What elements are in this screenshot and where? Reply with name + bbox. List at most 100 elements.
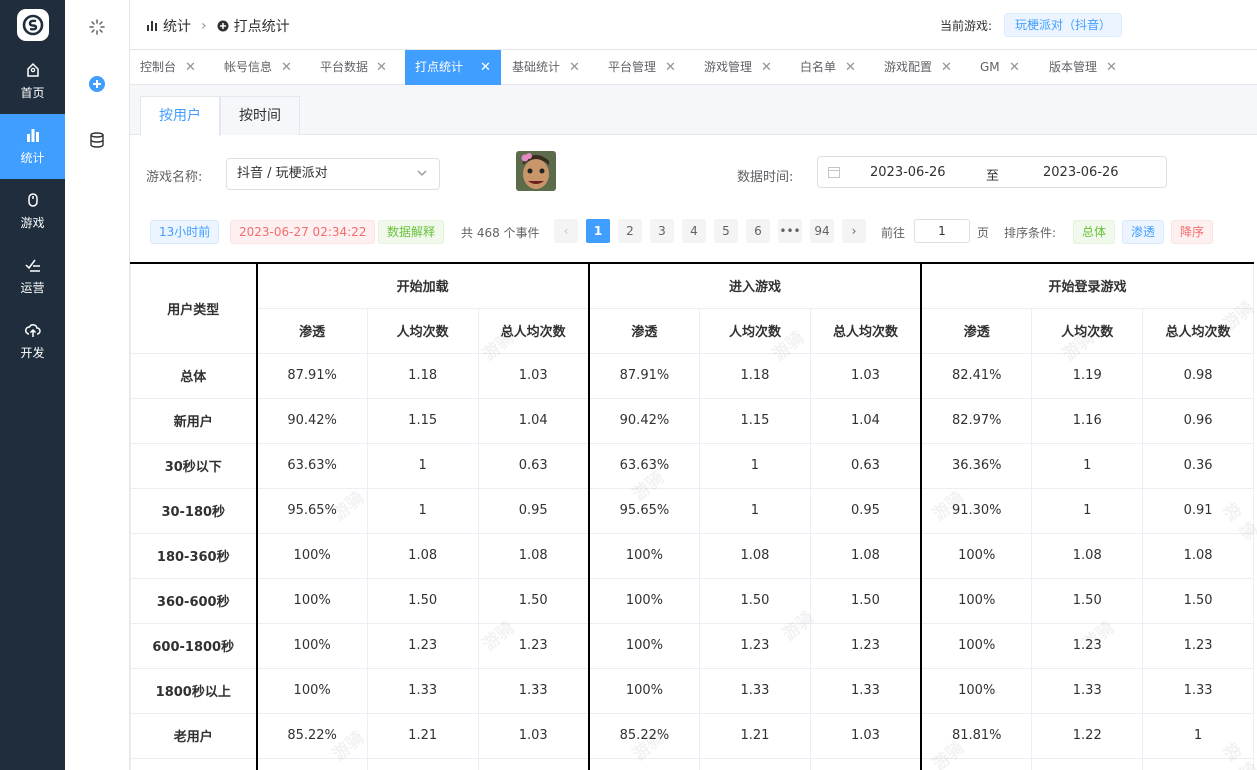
close-icon[interactable]: ✕ (376, 50, 387, 85)
close-icon[interactable]: ✕ (281, 50, 292, 85)
table-row: 360-600秒 100% 1.50 1.50 100% 1.50 1.50 100% 1.50… (130, 577, 1254, 624)
table-row: 1800秒以上 100% 1.33 1.33 100% 1.33 1.33 100% 1.33 1… (130, 667, 1254, 714)
tag-tab-label: 打点统计 (415, 60, 464, 74)
table-cell: 1.03 (809, 352, 922, 399)
group-header: 开始登录游戏 (920, 262, 1255, 309)
table-cell: 36.36% (920, 442, 1033, 489)
table-cell: 0.63 (477, 442, 590, 489)
close-icon[interactable]: ✕ (185, 50, 196, 85)
tag-tab[interactable]: 游戏管理 ✕ (694, 50, 782, 85)
breadcrumb-item[interactable]: 统计 (163, 16, 191, 36)
tag-tab[interactable]: GM ✕ (970, 50, 1030, 85)
user-type-cell: 180-360秒 (130, 532, 257, 579)
sidebar-item-home[interactable]: 首页 (0, 49, 65, 114)
table-cell: 1 (1142, 712, 1254, 759)
table-cell: 1.08 (366, 532, 479, 579)
table-cell: 1.03 (477, 712, 590, 759)
close-icon[interactable]: ✕ (665, 50, 676, 85)
sidebar-item-operation[interactable]: 运营 (0, 244, 65, 309)
main-sidebar: 首页 统计 游戏 运营 开发 (0, 0, 65, 770)
table-cell: 1.33 (699, 667, 811, 714)
app-logo[interactable] (17, 9, 49, 41)
game-select[interactable]: 抖音 / 玩梗派对 (226, 158, 440, 190)
sort-desc-button[interactable]: 降序 (1171, 220, 1214, 244)
tag-tab-label: 版本管理 (1049, 60, 1098, 74)
page-button[interactable]: 94 (810, 219, 834, 243)
date-start[interactable]: 2023-06-26 (870, 165, 946, 180)
table-cell: 100% (255, 622, 368, 669)
sub-header: 总人均次数 (1142, 307, 1254, 354)
calendar-icon (828, 167, 840, 178)
add-circle-icon[interactable] (87, 74, 107, 94)
tag-tab[interactable]: 版本管理 ✕ (1039, 50, 1127, 85)
game-name-label: 游戏名称: (146, 170, 203, 185)
sidebar-item-dev[interactable]: 开发 (0, 309, 65, 374)
tag-tab[interactable]: 游戏配置 ✕ (874, 50, 962, 85)
sort-penetration-button[interactable]: 渗透 (1122, 220, 1165, 244)
close-icon[interactable]: ✕ (480, 50, 491, 85)
table-cell: 1.04 (809, 397, 922, 444)
tag-tab[interactable]: 平台管理 ✕ (598, 50, 686, 85)
prev-page-button[interactable]: ‹ (554, 219, 578, 243)
sidebar-item-games[interactable]: 游戏 (0, 179, 65, 244)
date-range-picker[interactable]: 2023-06-26 至 2023-06-26 (817, 156, 1167, 188)
table-row: 600-1800秒 100% 1.23 1.23 100% 1.23 1.23 100% 1.2… (130, 622, 1254, 669)
sort-overall-button[interactable]: 总体 (1073, 220, 1116, 244)
table-cell: 100% (587, 667, 701, 714)
page-button[interactable]: 3 (650, 219, 674, 243)
page-unit-label: 页 (977, 226, 990, 240)
tag-tab[interactable]: 平台数据 ✕ (310, 50, 397, 85)
user-type-cell: 360-600秒 (130, 577, 257, 624)
close-icon[interactable]: ✕ (1009, 50, 1020, 85)
table-cell: 0.98 (1142, 352, 1254, 399)
sidebar-item-stats[interactable]: 统计 (0, 114, 65, 179)
close-icon[interactable]: ✕ (1106, 50, 1117, 85)
tag-tab-label: 游戏管理 (704, 60, 753, 74)
next-page-button[interactable]: › (842, 219, 866, 243)
close-icon[interactable]: ✕ (941, 50, 952, 85)
current-game-tag[interactable]: 玩梗派对（抖音） (1004, 13, 1123, 37)
table-cell (1031, 757, 1144, 770)
date-end[interactable]: 2023-06-26 (1043, 165, 1119, 180)
user-type-cell: 老用户 (130, 712, 257, 759)
page-button[interactable]: 5 (714, 219, 738, 243)
close-icon[interactable]: ✕ (845, 50, 856, 85)
close-icon[interactable]: ✕ (569, 50, 580, 85)
page-button[interactable]: ••• (778, 219, 802, 243)
home-icon (26, 62, 39, 77)
table-cell: 1 (366, 487, 479, 534)
table-cell: 0.95 (477, 487, 590, 534)
loading-icon[interactable] (87, 17, 107, 37)
tab-by-user[interactable]: 按用户 (140, 96, 220, 136)
tag-tab[interactable]: 基础统计 ✕ (502, 50, 590, 85)
table-cell (809, 757, 922, 770)
page-button[interactable]: 2 (618, 219, 642, 243)
tag-tab[interactable]: 控制台 ✕ (130, 50, 206, 85)
table-cell: 90.42% (255, 397, 368, 444)
table-cell (366, 757, 479, 770)
tag-tab[interactable]: 白名单 ✕ (790, 50, 866, 85)
sub-header: 总人均次数 (477, 307, 590, 354)
page-button[interactable]: 6 (746, 219, 770, 243)
table-cell: 1.33 (809, 667, 922, 714)
page-button[interactable]: 1 (586, 219, 610, 243)
data-explain-button[interactable]: 数据解释 (378, 220, 445, 244)
table-cell: 1.23 (366, 622, 479, 669)
table-cell: 81.81% (920, 712, 1033, 759)
tag-tab[interactable]: 打点统计 ✕ (405, 50, 501, 85)
table-cell (255, 757, 368, 770)
tag-tab-label: 白名单 (800, 60, 837, 74)
sidebar-item-label: 游戏 (20, 216, 45, 230)
page-button[interactable]: 4 (682, 219, 706, 243)
game-avatar (516, 151, 556, 191)
close-icon[interactable]: ✕ (761, 50, 772, 85)
goto-page-input[interactable] (914, 219, 970, 243)
table-cell: 100% (920, 532, 1033, 579)
tab-by-time[interactable]: 按时间 (220, 96, 300, 135)
tag-tab[interactable]: 帐号信息 ✕ (214, 50, 302, 85)
tag-tab-label: 游戏配置 (884, 60, 933, 74)
database-icon[interactable] (87, 130, 107, 150)
table-row (130, 757, 1254, 770)
table-row: 180-360秒 100% 1.08 1.08 100% 1.08 1.08 100% 1.08… (130, 532, 1254, 579)
tag-tab-label: 平台管理 (608, 60, 657, 74)
